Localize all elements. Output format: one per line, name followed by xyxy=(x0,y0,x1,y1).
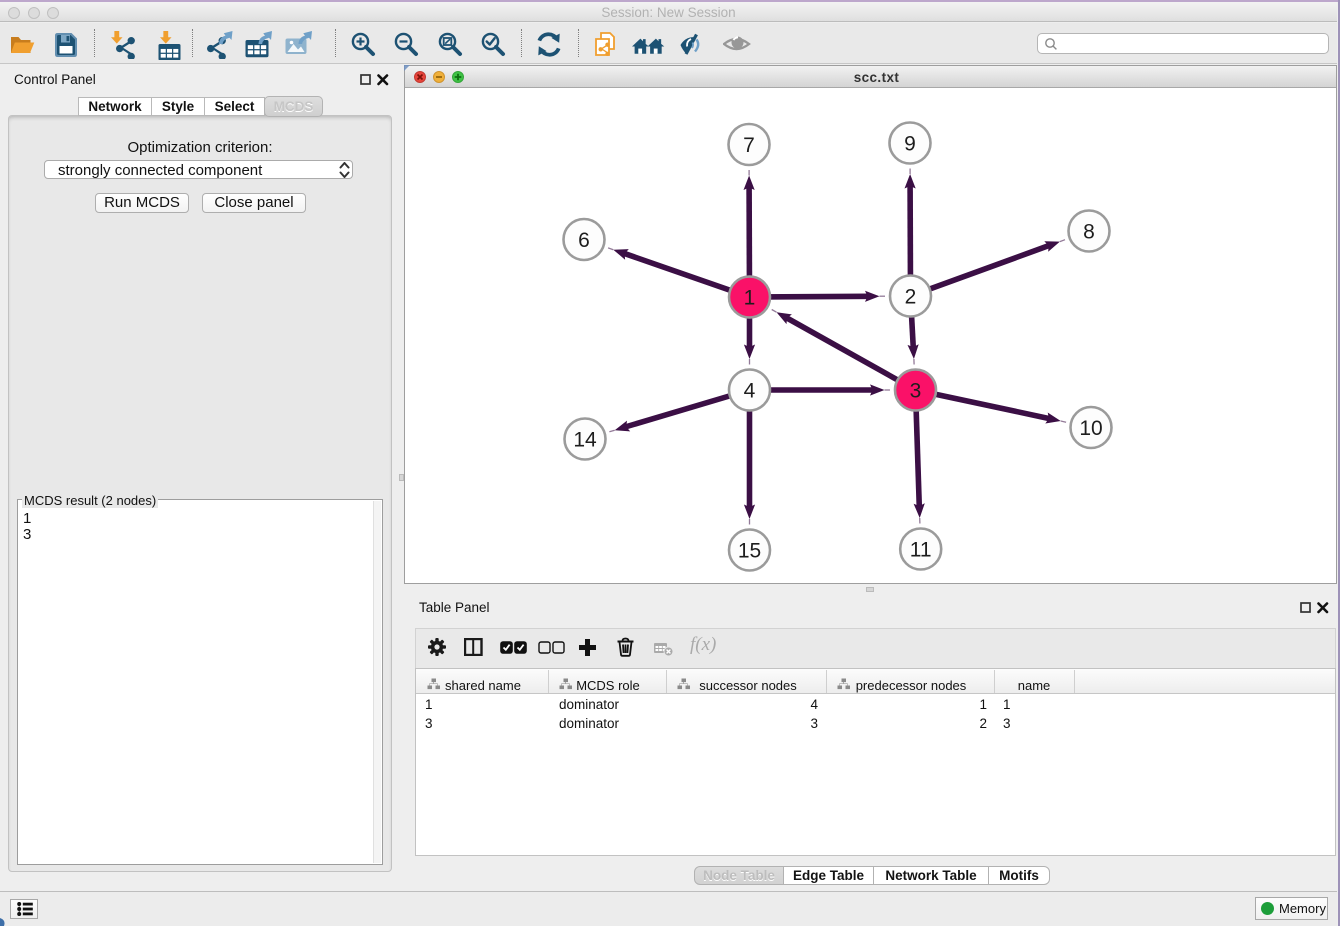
svg-text:4: 4 xyxy=(744,379,756,402)
svg-text:11: 11 xyxy=(910,538,932,561)
svg-text:1: 1 xyxy=(744,286,756,309)
svg-text:6: 6 xyxy=(578,229,590,252)
svg-text:2: 2 xyxy=(905,285,917,308)
svg-text:7: 7 xyxy=(743,134,755,157)
svg-text:3: 3 xyxy=(910,379,922,402)
svg-text:14: 14 xyxy=(573,428,597,451)
svg-text:15: 15 xyxy=(738,539,761,562)
svg-text:8: 8 xyxy=(1083,220,1095,243)
svg-text:9: 9 xyxy=(904,132,916,155)
svg-text:10: 10 xyxy=(1079,417,1102,440)
